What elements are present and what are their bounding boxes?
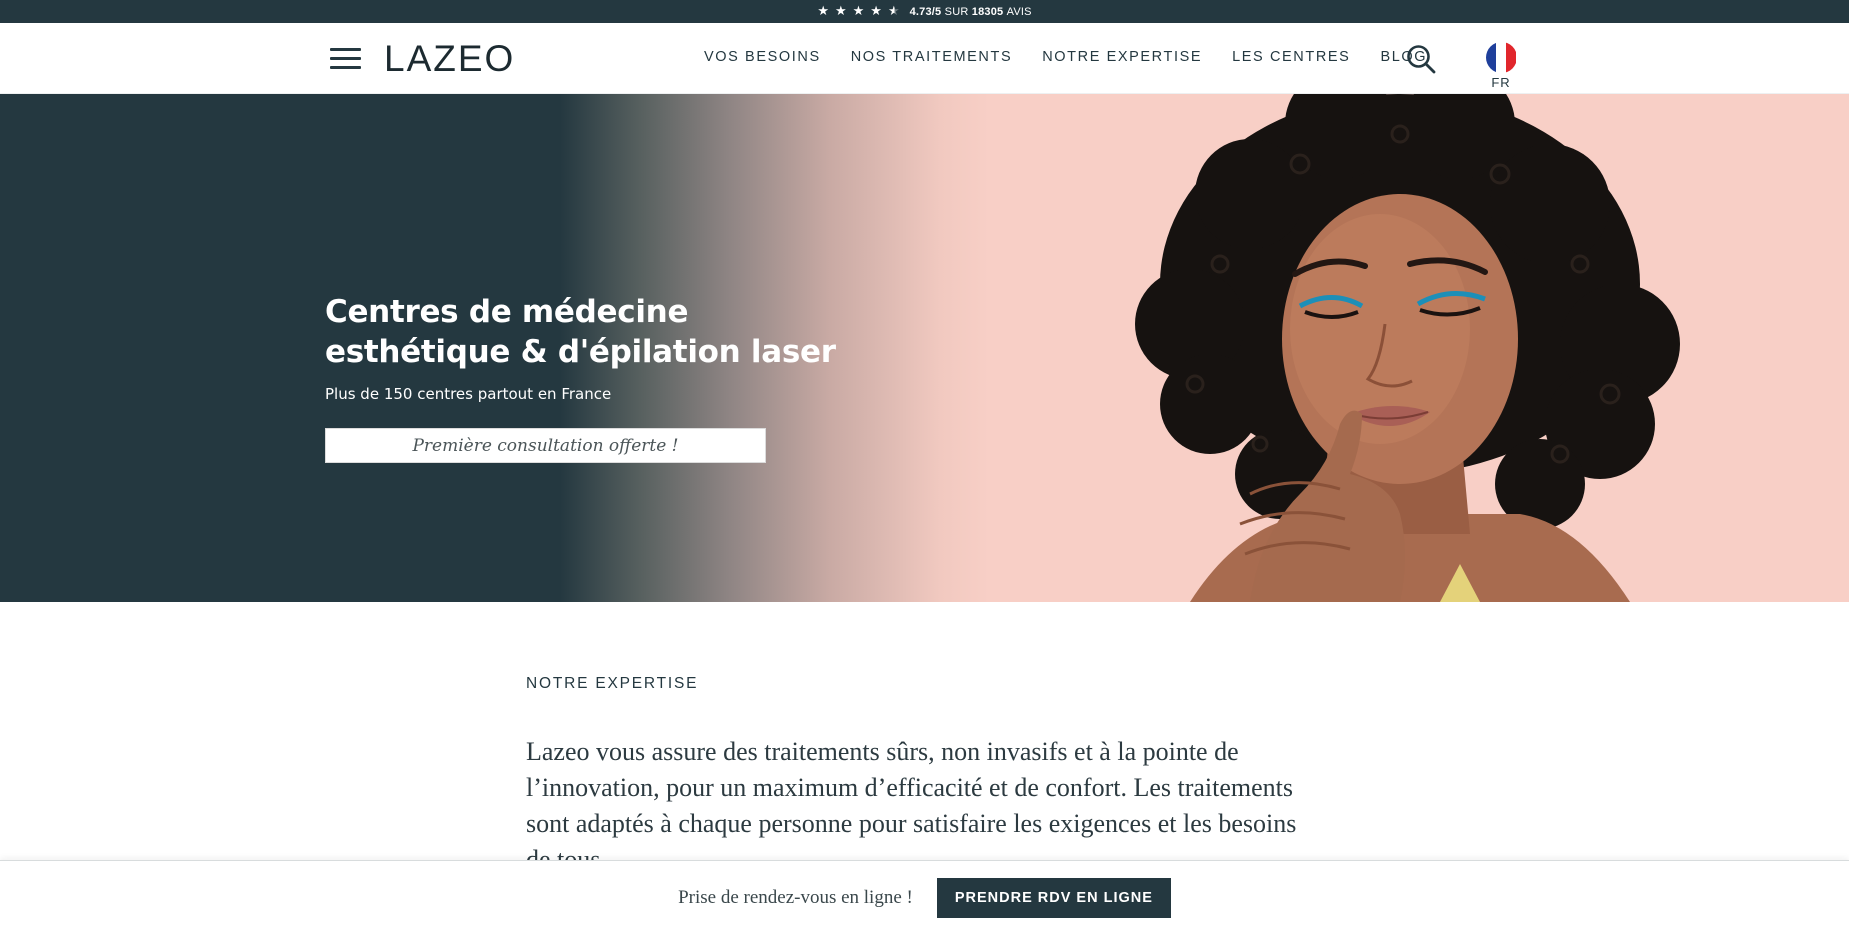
nav-les-centres[interactable]: LES CENTRES	[1232, 49, 1350, 65]
hero-banner: Centres de médecine esthétique & d'épila…	[0, 94, 1849, 602]
nav-vos-besoins[interactable]: VOS BESOINS	[704, 49, 821, 65]
rating-count: 18305	[971, 5, 1004, 18]
booking-bar: Prise de rendez-vous en ligne ! PRENDRE …	[0, 860, 1849, 934]
rating-stars: ★ ★ ★ ★ ★	[817, 5, 899, 18]
section-label: NOTRE EXPERTISE	[526, 675, 699, 692]
main-nav: VOS BESOINS NOS TRAITEMENTS NOTRE EXPERT…	[704, 49, 1427, 65]
hero-title-line1: Centres de médecine	[325, 294, 689, 330]
nav-nos-traitements[interactable]: NOS TRAITEMENTS	[851, 49, 1013, 65]
hero-subtitle: Plus de 150 centres partout en France	[325, 385, 612, 403]
menu-icon[interactable]	[330, 48, 361, 70]
nav-notre-expertise[interactable]: NOTRE EXPERTISE	[1042, 49, 1202, 65]
france-flag-icon	[1485, 42, 1517, 73]
rating-score: 4.73/5	[909, 5, 942, 18]
expertise-paragraph: Lazeo vous assure des traitements sûrs, …	[526, 737, 1297, 874]
site-header: LAZEO VOS BESOINS NOS TRAITEMENTS NOTRE …	[0, 23, 1849, 94]
logo[interactable]: LAZEO	[384, 38, 515, 80]
hero-portrait-image	[1135, 94, 1680, 602]
language-selector[interactable]: FR	[1484, 42, 1518, 92]
book-online-button[interactable]: PRENDRE RDV EN LIGNE	[936, 877, 1171, 918]
hero-title: Centres de médecine esthétique & d'épila…	[325, 292, 845, 372]
half-star-icon: ★	[887, 4, 900, 19]
rating-sur: SUR	[944, 5, 969, 18]
rating-bar: ★ ★ ★ ★ ★ 4.73/5 SUR 18305 AVIS	[0, 0, 1849, 23]
star-icon: ★	[834, 4, 847, 19]
search-icon[interactable]	[1405, 43, 1437, 75]
star-icon: ★	[870, 4, 882, 19]
hero-title-line2: esthétique & d'épilation laser	[325, 334, 836, 370]
booking-text: Prise de rendez-vous en ligne !	[678, 886, 913, 908]
rating-avis: AVIS	[1006, 5, 1032, 18]
star-icon: ★	[852, 4, 865, 19]
rating-summary: 4.73/5 SUR 18305 AVIS	[910, 6, 1032, 18]
language-label: FR	[1491, 75, 1511, 90]
free-consultation-button[interactable]: Première consultation offerte !	[325, 428, 766, 463]
star-icon: ★	[817, 4, 829, 19]
